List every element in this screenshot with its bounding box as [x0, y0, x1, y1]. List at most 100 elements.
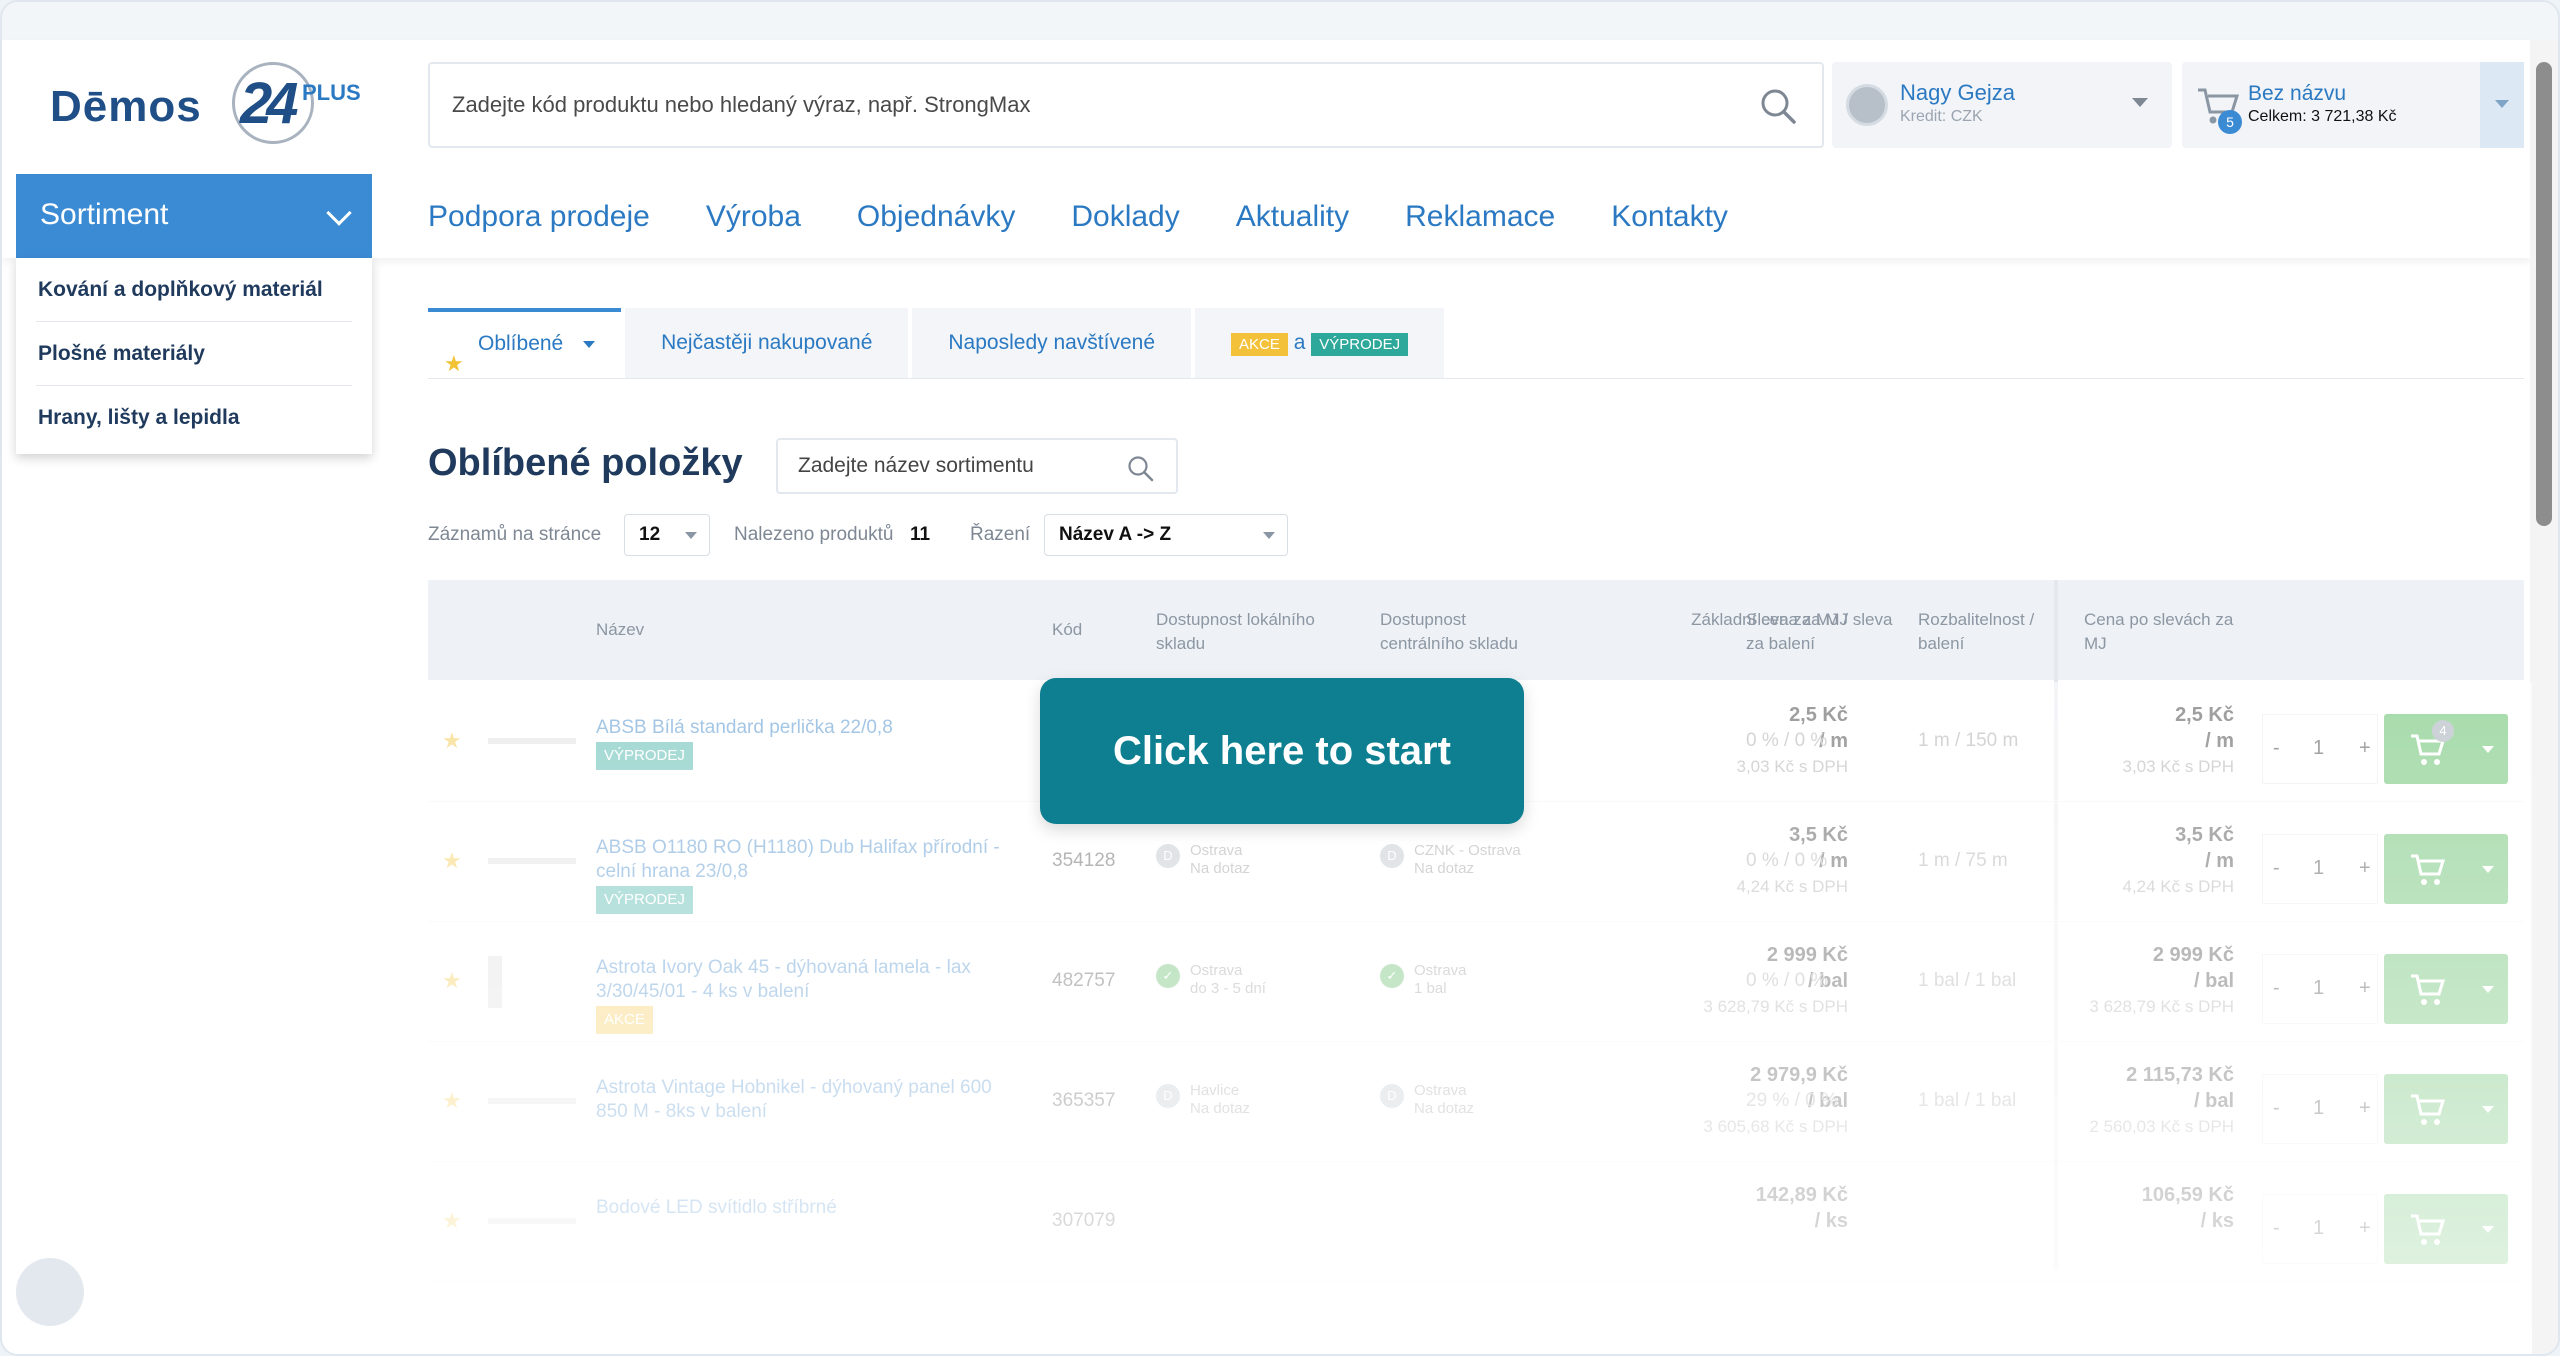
base-price-vat: 3 628,79 Kč s DPH: [1703, 997, 1848, 1016]
header-name[interactable]: Název: [596, 618, 644, 642]
quantity-stepper: - 1 +: [2262, 714, 2378, 784]
quantity-stepper: - 1 +: [2262, 954, 2378, 1024]
product-tag: AKCE: [596, 1006, 653, 1034]
product-name-text[interactable]: Astrota Ivory Oak 45 - dýhovaná lamela -…: [596, 957, 971, 1002]
nav-item-podpora-prodeje[interactable]: Podpora prodeje: [428, 200, 650, 234]
decrement-button[interactable]: -: [2273, 1217, 2280, 1240]
sort-select[interactable]: Název A -> Z: [1044, 514, 1288, 556]
chevron-down-icon[interactable]: [2482, 986, 2494, 993]
user-menu[interactable]: Nagy Gejza Kredit: CZK: [1832, 62, 2172, 148]
logo[interactable]: Dēmos 24 PLUS: [50, 62, 361, 152]
product-name[interactable]: Bodové LED svítidlo stříbrné: [596, 1196, 1006, 1220]
chat-icon[interactable]: [16, 1258, 84, 1326]
assortment-search-input[interactable]: [778, 440, 1118, 492]
final-price: 2 999 Kč / bal 3 628,79 Kč s DPH: [2068, 942, 2234, 1020]
sortiment-item-hrany[interactable]: Hrany, lišty a lepidla: [36, 386, 352, 450]
add-to-cart-button[interactable]: 4: [2384, 714, 2508, 784]
sortiment-button[interactable]: Sortiment: [16, 174, 372, 258]
assortment-search: [776, 438, 1178, 494]
favorite-star-icon[interactable]: ★: [442, 1208, 462, 1234]
quantity-value[interactable]: 1: [2313, 857, 2324, 880]
favorite-star-icon[interactable]: ★: [442, 968, 462, 994]
product-name[interactable]: ABSB Bílá standard perlička 22/0,8 VÝPROD…: [596, 716, 1006, 770]
product-name[interactable]: Astrota Vintage Hobnikel - dýhovaný pane…: [596, 1076, 1006, 1124]
increment-button[interactable]: +: [2359, 857, 2371, 880]
sort-label: Řazení: [970, 524, 1031, 545]
sortiment-item-kovani[interactable]: Kování a doplňkový materiál: [36, 258, 352, 322]
product-image[interactable]: [484, 952, 580, 1012]
central-stock-name: Ostrava: [1414, 1082, 1467, 1099]
nav-item-doklady[interactable]: Doklady: [1071, 200, 1179, 234]
cart-summary[interactable]: 5 Bez názvu Celkem: 3 721,38 Kč: [2182, 62, 2524, 148]
product-search-input[interactable]: [430, 64, 1730, 146]
product-name[interactable]: Astrota Ivory Oak 45 - dýhovaná lamela -…: [596, 956, 1006, 1034]
quantity-value[interactable]: 1: [2313, 977, 2324, 1000]
sortiment-item-plosne[interactable]: Plošné materiály: [36, 322, 352, 386]
header-local-stock[interactable]: Dostupnost lokálního skladu: [1156, 608, 1336, 656]
search-icon[interactable]: [1758, 86, 1798, 126]
scrollbar-thumb[interactable]: [2536, 62, 2552, 526]
search-icon[interactable]: [1126, 454, 1154, 482]
nav-item-vyroba[interactable]: Výroba: [706, 200, 801, 234]
product-image[interactable]: [484, 712, 580, 772]
nav-item-reklamace[interactable]: Reklamace: [1405, 200, 1555, 234]
product-image[interactable]: [484, 1072, 580, 1132]
add-to-cart-button[interactable]: [2384, 1194, 2508, 1264]
chevron-down-icon[interactable]: [2482, 866, 2494, 873]
chevron-down-icon[interactable]: [2482, 1226, 2494, 1233]
product-name-text[interactable]: Bodové LED svítidlo stříbrné: [596, 1197, 837, 1218]
chevron-down-icon[interactable]: [2482, 1106, 2494, 1113]
logo-plus: PLUS: [302, 80, 361, 105]
browser-window: Dēmos 24 PLUS Nagy Gejza Kredit: CZK 5 B…: [0, 0, 2560, 1356]
favorite-star-icon[interactable]: ★: [442, 1088, 462, 1114]
header-code[interactable]: Kód: [1052, 618, 1082, 642]
product-name[interactable]: ABSB O1180 RO (H1180) Dub Halifax přírod…: [596, 836, 1006, 914]
add-to-cart-button[interactable]: [2384, 954, 2508, 1024]
sortiment-label: Sortiment: [40, 198, 169, 231]
product-name-text[interactable]: ABSB O1180 RO (H1180) Dub Halifax přírod…: [596, 837, 1000, 882]
tab-akce-vyprodej[interactable]: AKCE a VÝPRODEJ: [1195, 308, 1445, 378]
final-price: 3,5 Kč / m 4,24 Kč s DPH: [2068, 822, 2235, 900]
header-split[interactable]: Rozbalitelnost / balení: [1918, 608, 2048, 656]
chevron-down-icon[interactable]: [2482, 746, 2494, 753]
favorite-star-icon[interactable]: ★: [442, 848, 462, 874]
add-to-cart-button[interactable]: [2384, 1074, 2508, 1144]
favorite-star-icon[interactable]: ★: [442, 728, 462, 754]
table-row: ★ Astrota Vintage Hobnikel - dýhovaný pan…: [428, 1042, 2524, 1162]
decrement-button[interactable]: -: [2273, 977, 2280, 1000]
start-button[interactable]: Click here to start: [1040, 678, 1524, 824]
product-image[interactable]: [484, 1192, 580, 1252]
decrement-button[interactable]: -: [2273, 1097, 2280, 1120]
quantity-value[interactable]: 1: [2313, 1097, 2324, 1120]
product-search: [428, 62, 1824, 148]
header-final-price[interactable]: Cena po slevách za MJ: [2084, 608, 2234, 656]
tab-recent[interactable]: Naposledy navštívené: [912, 308, 1192, 378]
quantity-value[interactable]: 1: [2313, 737, 2324, 760]
nav-item-aktuality[interactable]: Aktuality: [1236, 200, 1349, 234]
final-price: 106,59 Kč / ks: [2068, 1182, 2234, 1234]
add-to-cart-button[interactable]: [2384, 834, 2508, 904]
logo-name: Dēmos: [50, 82, 202, 131]
increment-button[interactable]: +: [2359, 977, 2371, 1000]
cart-dropdown-button[interactable]: [2480, 62, 2524, 148]
increment-button[interactable]: +: [2359, 1217, 2371, 1240]
product-image[interactable]: [484, 832, 580, 892]
nav-item-kontakty[interactable]: Kontakty: [1611, 200, 1728, 234]
tab-favorites[interactable]: ★ Oblíbené: [428, 308, 622, 378]
increment-button[interactable]: +: [2359, 737, 2371, 760]
header-discount[interactable]: Sleva za MJ / sleva za balení: [1746, 608, 1906, 656]
header-central-stock[interactable]: Dostupnost centrálního skladu: [1380, 608, 1550, 656]
decrement-button[interactable]: -: [2273, 737, 2280, 760]
nav-item-objednavky[interactable]: Objednávky: [857, 200, 1015, 234]
product-name-text[interactable]: ABSB Bílá standard perlička 22/0,8: [596, 717, 893, 738]
final-price-value: 2 999 Kč: [2152, 944, 2234, 966]
quantity-value[interactable]: 1: [2313, 1217, 2324, 1240]
tab-most-bought[interactable]: Nejčastěji nakupované: [625, 308, 909, 378]
scrollbar[interactable]: [2530, 40, 2558, 1354]
user-name: Nagy Gejza: [1900, 80, 2015, 105]
per-page-select[interactable]: 12: [624, 514, 710, 556]
product-name-text[interactable]: Astrota Vintage Hobnikel - dýhovaný pane…: [596, 1077, 992, 1122]
base-price-value: 3,5 Kč: [1789, 824, 1848, 846]
increment-button[interactable]: +: [2359, 1097, 2371, 1120]
decrement-button[interactable]: -: [2273, 857, 2280, 880]
